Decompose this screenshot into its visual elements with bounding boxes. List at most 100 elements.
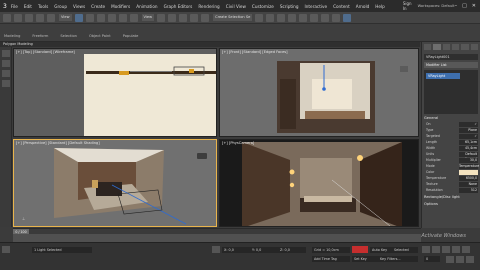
menu-help[interactable]: Help: [375, 4, 385, 9]
redo-icon[interactable]: [14, 13, 22, 22]
angle-snap-icon[interactable]: [179, 13, 188, 22]
menu-civil-view[interactable]: Civil View: [226, 4, 246, 9]
menu-interactive[interactable]: Interactive: [305, 4, 328, 9]
bind-icon[interactable]: [47, 13, 55, 22]
menu-content[interactable]: Content: [333, 4, 350, 9]
next-frame-icon[interactable]: [452, 246, 460, 253]
layer-explorer-icon[interactable]: [2, 60, 10, 67]
viewcube-icon[interactable]: [400, 66, 408, 72]
pan-icon[interactable]: [456, 256, 464, 263]
auto-key-button[interactable]: [352, 246, 368, 253]
menu-tools[interactable]: Tools: [38, 4, 48, 9]
param-value[interactable]: [459, 170, 478, 175]
ref-coord-dropdown[interactable]: View: [141, 14, 155, 21]
menu-file[interactable]: File: [11, 4, 18, 9]
viewport-physcamera[interactable]: [+] [PhysCamera]: [219, 139, 419, 227]
region-icon[interactable]: [96, 13, 105, 22]
percent-snap-icon[interactable]: [190, 13, 199, 22]
ribbon-tab-object-paint[interactable]: Object Paint: [89, 34, 111, 38]
rollout-rectangle-disc-light[interactable]: Rectangle/Disc light: [424, 195, 478, 200]
scale-icon[interactable]: [129, 13, 138, 22]
rollout-general[interactable]: General: [424, 116, 478, 121]
menu-create[interactable]: Create: [91, 4, 105, 9]
maxscript-listener-icon[interactable]: [2, 246, 10, 253]
hierarchy-tab-icon[interactable]: [442, 44, 450, 50]
menu-graph-editors[interactable]: Graph Editors: [164, 4, 193, 9]
go-to-start-icon[interactable]: [422, 246, 430, 253]
set-key-button[interactable]: Set Key: [352, 256, 378, 262]
viewport-top[interactable]: [+] [Top] [Standard] [Wireframe]: [13, 48, 217, 137]
utilities-tab-icon[interactable]: [470, 44, 478, 50]
scene-explorer-icon[interactable]: [2, 50, 10, 57]
selection-set-dropdown[interactable]: Create Selection Se: [213, 14, 253, 21]
render-setup-icon[interactable]: [321, 13, 330, 22]
spinner-snap-icon[interactable]: [201, 13, 210, 22]
viewport-perspective[interactable]: [+] [Perspective] [Standard] [Default Sh…: [13, 139, 217, 227]
motion-tab-icon[interactable]: [451, 44, 460, 50]
menu-arnold[interactable]: Arnold: [356, 4, 370, 9]
param-value[interactable]: Plane: [459, 128, 478, 133]
menu-rendering[interactable]: Rendering: [198, 4, 219, 9]
create-tab-icon[interactable]: [424, 44, 432, 50]
orbit-icon[interactable]: [466, 256, 474, 263]
object-name-field[interactable]: VRayLight001: [424, 54, 478, 60]
menu-edit[interactable]: Edit: [24, 4, 32, 9]
param-value[interactable]: Default (image): [459, 152, 478, 161]
param-value[interactable]: ✓: [459, 134, 478, 139]
ribbon-tab-populate[interactable]: Populate: [123, 34, 139, 38]
align-icon[interactable]: [266, 13, 275, 22]
param-value[interactable]: ✓: [459, 122, 478, 127]
z-coordinate-field[interactable]: Z: 0,0: [278, 247, 306, 253]
menu-scripting[interactable]: Scripting: [280, 4, 299, 9]
go-to-end-icon[interactable]: [462, 246, 470, 253]
material-editor-icon[interactable]: [310, 13, 319, 22]
param-value[interactable]: 6500,0: [459, 176, 478, 181]
viewcube-icon[interactable]: [197, 153, 207, 159]
schematic-icon[interactable]: [299, 13, 308, 22]
key-filters-button[interactable]: Key Filters...: [378, 256, 418, 262]
select-name-icon[interactable]: [85, 13, 94, 22]
ribbon-tab-selection[interactable]: Selection: [60, 34, 77, 38]
zoom-icon[interactable]: [446, 256, 454, 263]
param-value[interactable]: 45,4cm: [459, 146, 478, 151]
unlink-icon[interactable]: [36, 13, 44, 22]
menu-modifiers[interactable]: Modifiers: [111, 4, 130, 9]
display-icon[interactable]: [2, 80, 10, 87]
param-value[interactable]: 512: [459, 188, 478, 193]
lock-selection-icon[interactable]: [212, 246, 220, 253]
track-bar[interactable]: [13, 234, 421, 242]
ribbon-tab-freeform[interactable]: Freeform: [32, 34, 48, 38]
close-icon[interactable]: ✕: [472, 3, 476, 9]
play-icon[interactable]: [442, 246, 450, 253]
modify-tab-icon[interactable]: [433, 44, 441, 50]
previous-frame-icon[interactable]: [432, 246, 440, 253]
move-icon[interactable]: [107, 13, 116, 22]
rotate-icon[interactable]: [118, 13, 127, 22]
pivot-icon[interactable]: [157, 13, 166, 22]
current-frame-field[interactable]: 0: [424, 256, 440, 262]
viewport-label[interactable]: [+] [PhysCamera]: [222, 141, 254, 145]
minimize-icon[interactable]: –: [455, 3, 458, 9]
snap-icon[interactable]: [168, 13, 177, 22]
x-coordinate-field[interactable]: X: 0,0: [222, 247, 250, 253]
viewport-label[interactable]: [+] [Front] [Standard] [Edged Faces]: [222, 50, 288, 54]
filter-dropdown[interactable]: View: [59, 14, 72, 21]
menu-customize[interactable]: Customize: [252, 4, 274, 9]
sign-in-link[interactable]: Sign In: [403, 1, 412, 11]
curve-editor-icon[interactable]: [288, 13, 297, 22]
mirror-icon[interactable]: [255, 13, 264, 22]
workspaces-dropdown[interactable]: Workspaces: Default: [418, 4, 455, 8]
modifier-stack-item[interactable]: VRayLight: [426, 73, 460, 79]
modifier-list-dropdown[interactable]: Modifier List: [424, 62, 478, 68]
param-value[interactable]: 65,1cm: [459, 140, 478, 145]
layers-icon[interactable]: [277, 13, 286, 22]
param-value[interactable]: Temperature: [459, 164, 479, 169]
add-time-tag-button[interactable]: Add Time Tag: [312, 256, 350, 262]
app-logo-icon[interactable]: 3: [2, 1, 8, 11]
render-icon[interactable]: [343, 13, 352, 22]
maximize-icon[interactable]: □: [462, 3, 467, 9]
param-value[interactable]: None: [459, 182, 478, 187]
render-frame-icon[interactable]: [332, 13, 341, 22]
viewport-label[interactable]: [+] [Top] [Standard] [Wireframe]: [16, 50, 75, 54]
y-coordinate-field[interactable]: Y: 0,0: [250, 247, 278, 253]
